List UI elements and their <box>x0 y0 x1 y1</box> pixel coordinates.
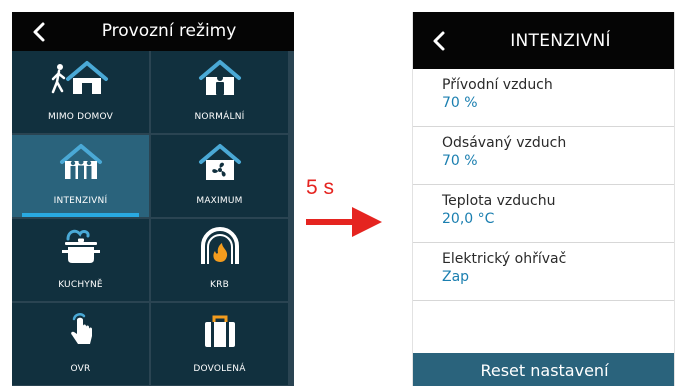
mode-label: MAXIMUM <box>196 196 243 206</box>
normal-home-icon <box>151 58 288 98</box>
mode-tile-ovr[interactable]: OVR <box>12 303 149 385</box>
transition-arrow-icon <box>306 207 382 237</box>
mode-tile-maximum[interactable]: MAXIMUM <box>151 135 288 217</box>
operating-modes-screen: Provozní režimy MIMO DOMOV NORMÁLNÍ INTE… <box>12 12 294 386</box>
mode-tile-fireplace[interactable]: KRB <box>151 219 288 301</box>
mode-tile-intensive[interactable]: INTENZIVNÍ <box>12 135 149 217</box>
intensive-mode-screen: INTENZIVNÍ Přívodní vzduch 70 % Odsávaný… <box>412 12 675 386</box>
header-bar: INTENZIVNÍ <box>413 12 674 69</box>
maximum-fan-icon <box>151 142 288 182</box>
setting-value: Zap <box>442 269 470 285</box>
suitcase-icon <box>151 310 288 350</box>
setting-value: 70 % <box>442 95 478 111</box>
reset-settings-button[interactable]: Reset nastavení <box>413 353 674 386</box>
setting-value: 70 % <box>442 153 478 169</box>
setting-label: Přívodní vzduch <box>442 77 553 93</box>
intensive-family-icon <box>12 142 149 182</box>
touch-hand-icon <box>12 310 149 350</box>
setting-air-temperature[interactable]: Teplota vzduchu 20,0 °C <box>413 185 674 243</box>
mode-label: MIMO DOMOV <box>48 112 113 122</box>
mode-label: KRB <box>210 280 229 290</box>
setting-supply-air[interactable]: Přívodní vzduch 70 % <box>413 69 674 127</box>
page-title: Provozní režimy <box>101 21 237 41</box>
mode-tile-kitchen[interactable]: KUCHYNĚ <box>12 219 149 301</box>
setting-label: Elektrický ohřívač <box>442 251 567 267</box>
setting-label: Odsávaný vzduch <box>442 135 567 151</box>
mode-label: KUCHYNĚ <box>58 280 103 290</box>
mode-label: DOVOLENÁ <box>193 364 246 374</box>
away-from-home-icon <box>12 58 149 98</box>
mode-tile-normal[interactable]: NORMÁLNÍ <box>151 51 288 133</box>
mode-grid: MIMO DOMOV NORMÁLNÍ INTENZIVNÍ MAXIMUM K… <box>12 51 294 386</box>
kitchen-pot-icon <box>12 226 149 266</box>
selection-indicator <box>22 213 139 217</box>
page-title: INTENZIVNÍ <box>510 31 611 51</box>
mode-label: INTENZIVNÍ <box>53 196 108 206</box>
fireplace-flame-icon <box>151 226 288 266</box>
mode-label: NORMÁLNÍ <box>194 112 245 122</box>
mode-tile-vacation[interactable]: DOVOLENÁ <box>151 303 288 385</box>
setting-extract-air[interactable]: Odsávaný vzduch 70 % <box>413 127 674 185</box>
delay-label: 5 s <box>306 176 335 199</box>
mode-label: OVR <box>70 364 91 374</box>
setting-label: Teplota vzduchu <box>442 193 556 209</box>
mode-tile-away[interactable]: MIMO DOMOV <box>12 51 149 133</box>
back-chevron-icon[interactable] <box>430 30 450 52</box>
header-bar: Provozní režimy <box>12 12 294 51</box>
setting-electric-heater[interactable]: Elektrický ohřívač Zap <box>413 243 674 301</box>
setting-value: 20,0 °C <box>442 211 495 227</box>
back-chevron-icon[interactable] <box>30 21 50 43</box>
